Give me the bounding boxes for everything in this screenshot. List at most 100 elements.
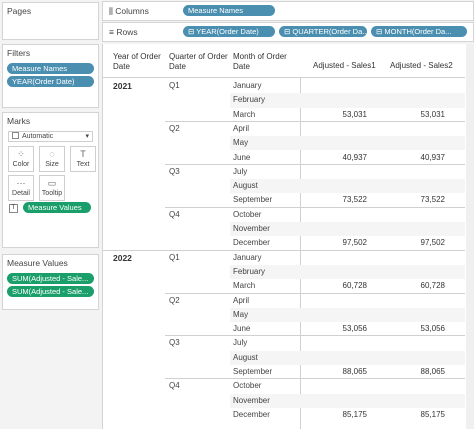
- rows-pill-quarter[interactable]: ⊟ QUARTER(Order Da...: [279, 26, 367, 37]
- rows-pill-month-label: MONTH(Order Da...: [384, 27, 452, 36]
- month-cell: September: [233, 367, 273, 376]
- sales2-cell: 73,522: [420, 195, 445, 205]
- sales1-cell: 88,065: [342, 367, 367, 376]
- sales1-cell: 53,056: [342, 324, 367, 334]
- month-cell: April: [233, 123, 250, 133]
- table-row: January: [103, 251, 465, 265]
- month-cell: May: [233, 138, 249, 148]
- tooltip-icon: ▭: [47, 178, 57, 188]
- left-panel: Pages Filters Measure Names YEAR(Order D…: [0, 0, 101, 429]
- table-row: February: [103, 93, 465, 107]
- size-button[interactable]: ◌ Size: [39, 146, 65, 172]
- rows-pill-year[interactable]: ⊟ YEAR(Order Date): [183, 26, 275, 37]
- table-row: May: [103, 136, 465, 150]
- rows-label: ≡ Rows: [109, 27, 138, 37]
- rows-shelf[interactable]: ≡ Rows ⊟ YEAR(Order Date) ⊟ QUARTER(Orde…: [102, 22, 474, 42]
- month-cell: April: [233, 295, 250, 305]
- table-row: August: [103, 179, 465, 193]
- month-cell: January: [233, 252, 262, 262]
- filters-title: Filters: [7, 48, 31, 58]
- measure-values-title: Measure Values: [7, 258, 68, 268]
- header-month: Month of Order Date: [233, 52, 287, 71]
- sales2-cell: 53,056: [420, 324, 445, 334]
- text-button[interactable]: T Text: [70, 146, 96, 172]
- sales1-cell: 97,502: [342, 238, 367, 248]
- marks-measure-values-pill[interactable]: Measure Values: [23, 202, 91, 213]
- month-cell: August: [233, 352, 258, 362]
- month-cell: December: [233, 409, 270, 419]
- table-row: July: [103, 165, 465, 179]
- text-label: Text: [76, 161, 90, 168]
- rows-label-text: Rows: [116, 27, 138, 37]
- table-row: December 85,175 85,175: [103, 408, 465, 422]
- text-encoding-icon: T: [9, 204, 18, 213]
- table-row: December 97,502 97,502: [103, 236, 465, 250]
- measure-value-sales1[interactable]: SUM(Adjusted - Sale...: [7, 273, 94, 284]
- detail-icon: ⋯: [16, 178, 26, 188]
- rows-pill-month[interactable]: ⊟ MONTH(Order Da...: [371, 26, 467, 37]
- sales1-cell: 85,175: [342, 409, 367, 419]
- month-cell: February: [233, 95, 266, 105]
- header-divider: [103, 77, 465, 78]
- color-label: Color: [12, 161, 30, 168]
- columns-shelf[interactable]: ⫼ Columns Measure Names: [102, 1, 474, 21]
- sales1-cell: 53,031: [342, 109, 367, 119]
- sales2-cell: 85,175: [420, 409, 445, 419]
- marks-title: Marks: [7, 116, 31, 126]
- sales2-cell: 53,031: [420, 109, 445, 119]
- header-year: Year of Order Date: [113, 52, 161, 71]
- table-row: January: [103, 79, 465, 93]
- month-cell: January: [233, 81, 262, 90]
- tooltip-button[interactable]: ▭ Tooltip: [39, 175, 65, 201]
- header-quarter: Quarter of Order Date: [169, 52, 228, 71]
- mark-type-select[interactable]: Automatic ▾: [8, 131, 93, 142]
- crosstab-view: Year of Order Date Quarter of Order Date…: [102, 44, 474, 429]
- columns-label: ⫼ Columns: [109, 6, 149, 17]
- month-cell: June: [233, 152, 251, 162]
- size-label: Size: [45, 161, 59, 168]
- month-cell: December: [233, 238, 270, 248]
- detail-label: Detail: [12, 190, 30, 197]
- month-cell: November: [233, 224, 270, 233]
- chevron-down-icon: ▾: [85, 133, 89, 140]
- table-row: March 53,031 53,031: [103, 108, 465, 122]
- table-row: October: [103, 379, 465, 393]
- mark-type-value: Automatic: [22, 133, 54, 140]
- sales2-cell: 60,728: [420, 281, 445, 291]
- month-cell: May: [233, 309, 249, 319]
- columns-label-text: Columns: [115, 6, 149, 16]
- measure-value-sales2[interactable]: SUM(Adjusted - Sale...: [7, 286, 94, 297]
- table-row: May: [103, 308, 465, 322]
- filter-year-order-date[interactable]: YEAR(Order Date): [7, 76, 94, 87]
- table-row: August: [103, 351, 465, 365]
- color-icon: ⁘: [17, 149, 25, 159]
- month-cell: September: [233, 195, 273, 205]
- table-row: February: [103, 265, 465, 279]
- detail-button[interactable]: ⋯ Detail: [8, 175, 34, 201]
- size-icon: ◌: [49, 149, 55, 159]
- month-cell: July: [233, 338, 248, 348]
- month-cell: November: [233, 395, 270, 405]
- table-row: March 60,728 60,728: [103, 279, 465, 293]
- marks-card: Marks Automatic ▾ ⁘ Color ◌ Size T Text ⋯ De…: [2, 112, 99, 248]
- month-cell: October: [233, 209, 262, 219]
- mark-type-icon: [12, 132, 19, 139]
- pages-card[interactable]: Pages: [2, 2, 99, 40]
- sales2-cell: 40,937: [420, 152, 445, 162]
- month-cell: March: [233, 109, 256, 119]
- columns-pill-measure-names[interactable]: Measure Names: [183, 5, 275, 16]
- pages-title: Pages: [7, 6, 32, 16]
- mark-buttons: ⁘ Color ◌ Size T Text ⋯ Detail ▭ Tooltip: [3, 144, 98, 202]
- filters-card[interactable]: Filters Measure Names YEAR(Order Date): [2, 44, 99, 108]
- table-row: June 53,056 53,056: [103, 322, 465, 336]
- vertical-scrollbar[interactable]: [466, 44, 474, 429]
- table-row: April: [103, 294, 465, 308]
- table-row: October: [103, 208, 465, 222]
- month-cell: July: [233, 166, 248, 176]
- measure-values-card: Measure Values SUM(Adjusted - Sale... SU…: [2, 254, 99, 310]
- header-sales2: Adjusted - Sales2: [390, 61, 453, 70]
- tooltip-label: Tooltip: [41, 190, 63, 197]
- table-row: September 73,522 73,522: [103, 193, 465, 207]
- color-button[interactable]: ⁘ Color: [8, 146, 34, 172]
- filter-measure-names[interactable]: Measure Names: [7, 63, 94, 74]
